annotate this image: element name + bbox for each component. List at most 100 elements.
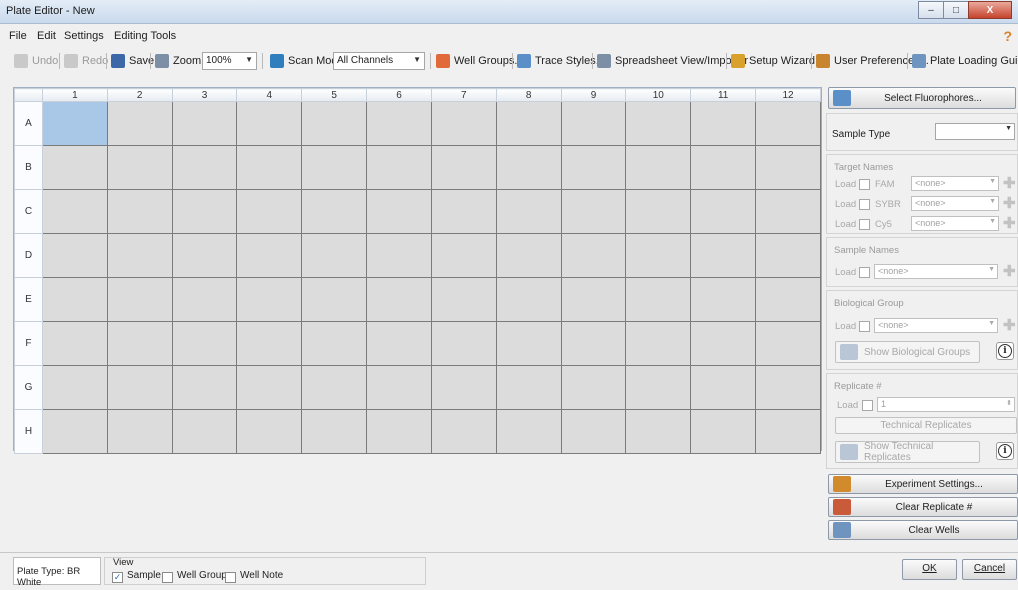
plate-well[interactable] <box>236 365 303 410</box>
target-name-select[interactable]: <none> ▼ <box>911 196 999 211</box>
plate-well[interactable] <box>755 189 821 234</box>
plate-well[interactable] <box>690 365 757 410</box>
cancel-button[interactable]: Cancel <box>962 559 1017 580</box>
plate-well[interactable] <box>236 321 303 366</box>
plate-well[interactable] <box>236 409 303 454</box>
add-target-icon[interactable]: ✚ <box>1003 216 1016 231</box>
maximize-button[interactable]: □ <box>943 1 969 19</box>
plate-well[interactable] <box>366 145 432 190</box>
bio-group-load-checkbox[interactable] <box>859 321 870 332</box>
scan-mode-select[interactable]: All Channels ▼ <box>333 52 425 70</box>
plate-well[interactable] <box>625 365 692 410</box>
row-header[interactable]: E <box>14 277 43 322</box>
plate-well[interactable] <box>560 233 627 278</box>
plate-well[interactable] <box>41 409 108 454</box>
grid-corner[interactable] <box>14 88 43 102</box>
column-header[interactable]: 4 <box>236 88 303 102</box>
minimize-button[interactable]: – <box>918 1 944 19</box>
zoom-button[interactable]: Zoom <box>155 51 201 71</box>
target-load-checkbox[interactable] <box>859 179 870 190</box>
view-well-group-checkbox[interactable] <box>162 572 173 583</box>
row-header[interactable]: D <box>14 233 43 278</box>
plate-well[interactable] <box>755 321 821 366</box>
plate-well[interactable] <box>495 409 562 454</box>
plate-well[interactable] <box>301 365 368 410</box>
plate-well[interactable] <box>690 277 757 322</box>
plate-well[interactable] <box>755 365 821 410</box>
column-header[interactable]: 10 <box>625 88 692 102</box>
plate-well[interactable] <box>690 101 757 146</box>
menu-settings[interactable]: Settings <box>64 30 104 42</box>
plate-well[interactable] <box>171 145 238 190</box>
plate-well[interactable] <box>430 189 497 234</box>
row-header[interactable]: C <box>14 189 43 234</box>
column-header[interactable]: 5 <box>301 88 368 102</box>
plate-well[interactable] <box>625 101 692 146</box>
plate-well[interactable] <box>301 145 368 190</box>
plate-well[interactable] <box>106 365 173 410</box>
plate-well[interactable] <box>301 233 368 278</box>
row-header[interactable]: H <box>14 409 43 454</box>
column-header[interactable]: 3 <box>171 88 238 102</box>
plate-well[interactable] <box>560 145 627 190</box>
technical-replicates-button[interactable]: Technical Replicates <box>835 417 1017 434</box>
column-header[interactable]: 12 <box>755 88 821 102</box>
plate-well[interactable] <box>625 409 692 454</box>
plate-well[interactable] <box>495 233 562 278</box>
plate-well[interactable] <box>41 233 108 278</box>
plate-well[interactable] <box>106 189 173 234</box>
undo-button[interactable]: Undo <box>14 51 58 71</box>
plate-well[interactable] <box>301 409 368 454</box>
target-name-select[interactable]: <none> ▼ <box>911 216 999 231</box>
plate-well[interactable] <box>41 321 108 366</box>
target-load-checkbox[interactable] <box>859 199 870 210</box>
plate-well[interactable] <box>236 233 303 278</box>
plate-well[interactable] <box>690 145 757 190</box>
select-fluorophores-button[interactable]: Select Fluorophores... <box>828 87 1016 109</box>
target-load-checkbox[interactable] <box>859 219 870 230</box>
plate-well[interactable] <box>41 365 108 410</box>
plate-well[interactable] <box>690 409 757 454</box>
plate-well[interactable] <box>236 145 303 190</box>
row-header[interactable]: B <box>14 145 43 190</box>
column-header[interactable]: 6 <box>366 88 432 102</box>
plate-well[interactable] <box>366 365 432 410</box>
plate-well[interactable] <box>690 321 757 366</box>
plate-well[interactable] <box>236 101 303 146</box>
save-button[interactable]: Save <box>111 51 154 71</box>
plate-well[interactable] <box>301 277 368 322</box>
plate-well[interactable] <box>690 233 757 278</box>
plate-well[interactable] <box>106 409 173 454</box>
row-header[interactable]: F <box>14 321 43 366</box>
plate-well[interactable] <box>41 101 108 146</box>
plate-well[interactable] <box>430 277 497 322</box>
plate-well[interactable] <box>171 321 238 366</box>
plate-well[interactable] <box>755 233 821 278</box>
plate-well[interactable] <box>495 365 562 410</box>
experiment-settings-button[interactable]: Experiment Settings... <box>828 474 1018 494</box>
plate-well[interactable] <box>560 101 627 146</box>
show-bio-groups-button[interactable]: Show Biological Groups <box>835 341 980 363</box>
plate-well[interactable] <box>366 409 432 454</box>
plate-well[interactable] <box>560 365 627 410</box>
plate-well[interactable] <box>430 409 497 454</box>
help-icon[interactable]: ? <box>1003 28 1012 44</box>
sample-names-load-checkbox[interactable] <box>859 267 870 278</box>
add-bio-group-icon[interactable]: ✚ <box>1003 318 1016 333</box>
plate-well[interactable] <box>430 321 497 366</box>
menu-file[interactable]: File <box>9 30 27 42</box>
column-header[interactable]: 8 <box>495 88 562 102</box>
zoom-select[interactable]: 100% ▼ <box>202 52 257 70</box>
plate-well[interactable] <box>495 145 562 190</box>
row-header[interactable]: A <box>14 101 43 146</box>
sample-names-select[interactable]: <none> ▼ <box>874 264 998 279</box>
well-groups-button[interactable]: Well Groups... <box>436 51 524 71</box>
add-target-icon[interactable]: ✚ <box>1003 196 1016 211</box>
plate-well[interactable] <box>301 101 368 146</box>
show-technical-replicates-button[interactable]: Show Technical Replicates <box>835 441 980 463</box>
column-header[interactable]: 1 <box>41 88 108 102</box>
ok-button[interactable]: OK <box>902 559 957 580</box>
add-target-icon[interactable]: ✚ <box>1003 176 1016 191</box>
column-header[interactable]: 9 <box>560 88 627 102</box>
replicate-info-button[interactable]: i <box>996 442 1014 460</box>
